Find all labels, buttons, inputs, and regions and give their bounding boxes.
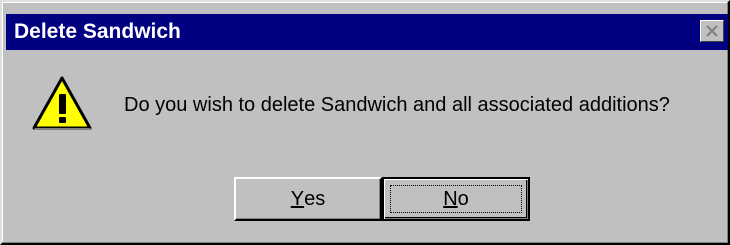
no-mnemonic: N: [443, 187, 458, 210]
window-title: Delete Sandwich: [14, 20, 181, 43]
confirmation-message: Do you wish to delete Sandwich and all a…: [124, 94, 670, 116]
yes-mnemonic: Y: [290, 187, 305, 210]
no-button[interactable]: No: [382, 177, 530, 221]
warning-icon: [32, 76, 92, 130]
yes-label-rest: es: [304, 187, 326, 210]
close-icon: [706, 24, 718, 37]
close-button[interactable]: [700, 20, 724, 42]
yes-button[interactable]: Yes: [234, 177, 382, 221]
delete-confirm-dialog: Delete Sandwich Do you wish to delete Sa…: [0, 0, 730, 245]
title-bar[interactable]: Delete Sandwich: [6, 14, 728, 50]
no-label-rest: o: [457, 187, 469, 210]
